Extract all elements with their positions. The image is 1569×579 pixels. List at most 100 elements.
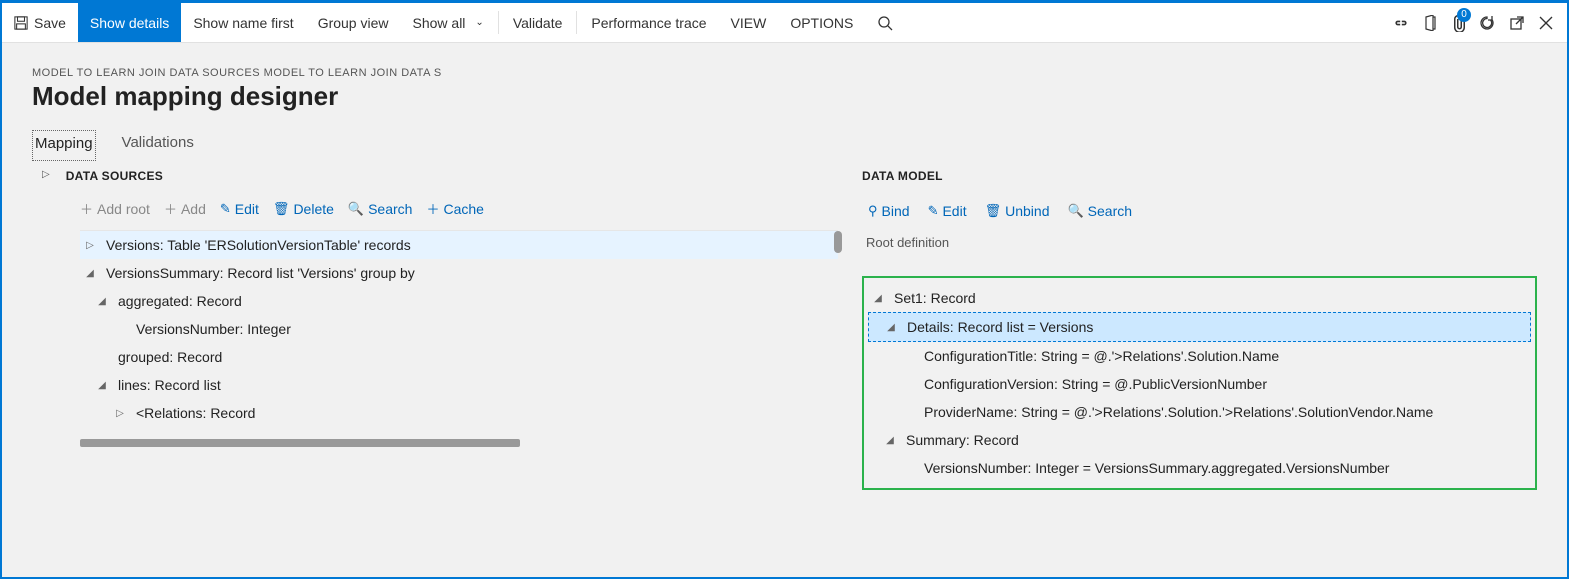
bind-button[interactable]: ⚲Bind: [868, 203, 910, 219]
edit-label: Edit: [942, 203, 966, 219]
data-source-node-versions-summary[interactable]: ◢VersionsSummary: Record list 'Versions'…: [80, 259, 838, 287]
group-view-button[interactable]: Group view: [306, 3, 401, 42]
edit-button[interactable]: ✎Edit: [928, 203, 967, 219]
data-source-node-versions-number[interactable]: VersionsNumber: Integer: [80, 315, 838, 343]
data-model-label: DATA MODEL: [862, 161, 1537, 191]
tree-node-label: ConfigurationTitle: String = @.'>Relatio…: [924, 348, 1279, 364]
tree-node-label: Summary: Record: [906, 432, 1019, 448]
tree-node-label: VersionsNumber: Integer: [136, 321, 291, 337]
show-name-first-button[interactable]: Show name first: [181, 3, 305, 42]
tree-node-label: grouped: Record: [118, 349, 222, 365]
data-source-node-relations[interactable]: ▷ <Relations: Record: [80, 399, 838, 427]
edit-label: Edit: [235, 201, 259, 217]
data-source-node-aggregated[interactable]: ◢ aggregated: Record: [80, 287, 838, 315]
tree-node-label: Details: Record list = Versions: [907, 319, 1093, 335]
performance-trace-button[interactable]: Performance trace: [579, 3, 718, 42]
data-source-node-versions[interactable]: ▷Versions: Table 'ERSolutionVersionTable…: [80, 231, 838, 259]
tree-node-label: ConfigurationVersion: String = @.PublicV…: [924, 376, 1267, 392]
toolbar-separator: [576, 11, 577, 34]
caret-down-icon[interactable]: ◢: [885, 322, 897, 333]
save-button[interactable]: Save: [2, 3, 78, 42]
link-icon[interactable]: [1393, 17, 1409, 29]
horizontal-scrollbar[interactable]: [80, 439, 520, 447]
link-icon: ⚲: [868, 203, 878, 219]
search-label: Search: [1088, 203, 1132, 219]
cache-button[interactable]: ＋Cache: [426, 199, 483, 218]
unbind-button[interactable]: 🗑Unbind: [985, 203, 1050, 219]
plus-icon: ＋: [80, 199, 93, 218]
tree-node-label: Set1: Record: [894, 290, 976, 306]
tree-node-label: <Relations: Record: [136, 405, 255, 421]
attachments-button[interactable]: 0: [1451, 14, 1465, 32]
caret-right-icon[interactable]: ▷: [114, 408, 126, 419]
data-sources-actions: ＋Add root ＋Add ✎Edit 🗑Delete 🔍Search ＋Ca…: [32, 191, 842, 230]
add-label: Add: [181, 201, 206, 217]
page-title: Model mapping designer: [32, 81, 1537, 112]
show-details-button[interactable]: Show details: [78, 3, 181, 42]
performance-trace-label: Performance trace: [591, 15, 706, 31]
add-button[interactable]: ＋Add: [164, 199, 206, 218]
expand-pane-icon[interactable]: ▷: [32, 161, 66, 191]
search-button[interactable]: 🔍Search: [1067, 203, 1132, 219]
edit-button[interactable]: ✎Edit: [220, 201, 259, 217]
data-sources-label: DATA SOURCES: [66, 161, 163, 191]
validate-button[interactable]: Validate: [501, 3, 575, 42]
cache-label: Cache: [443, 201, 483, 217]
bind-label: Bind: [882, 203, 910, 219]
data-model-node-versions-number-dm[interactable]: VersionsNumber: Integer = VersionsSummar…: [868, 454, 1531, 482]
data-sources-pane: ▷ DATA SOURCES ＋Add root ＋Add ✎Edit 🗑Del…: [32, 161, 842, 565]
search-button[interactable]: 🔍Search: [348, 201, 413, 217]
tabs: Mapping Validations: [2, 120, 1567, 161]
search-icon: [877, 15, 893, 31]
add-root-button[interactable]: ＋Add root: [80, 199, 150, 218]
data-source-node-grouped[interactable]: grouped: Record: [80, 343, 838, 371]
data-model-node-config-title[interactable]: ConfigurationTitle: String = @.'>Relatio…: [868, 342, 1531, 370]
pencil-icon: ✎: [928, 203, 939, 219]
open-new-window-button[interactable]: [1509, 15, 1525, 31]
tree-node-label: ProviderName: String = @.'>Relations'.So…: [924, 404, 1433, 420]
show-all-dropdown[interactable]: Show all ⌄: [401, 3, 496, 42]
tree-node-label: aggregated: Record: [118, 293, 242, 309]
data-sources-tree: ▷Versions: Table 'ERSolutionVersionTable…: [80, 230, 838, 427]
data-source-node-lines[interactable]: ◢ lines: Record list: [80, 371, 838, 399]
add-root-label: Add root: [97, 201, 150, 217]
tab-validations[interactable]: Validations: [120, 130, 196, 161]
caret-down-icon[interactable]: ◢: [96, 380, 108, 391]
caret-down-icon[interactable]: ◢: [872, 293, 884, 304]
data-model-node-summary[interactable]: ◢ Summary: Record: [868, 426, 1531, 454]
caret-down-icon[interactable]: ◢: [84, 268, 96, 279]
view-menu[interactable]: VIEW: [719, 3, 779, 42]
refresh-button[interactable]: [1479, 15, 1495, 31]
data-model-node-provider-name[interactable]: ProviderName: String = @.'>Relations'.So…: [868, 398, 1531, 426]
toolbar-separator: [498, 11, 499, 34]
view-label: VIEW: [731, 15, 767, 31]
group-view-label: Group view: [318, 15, 389, 31]
data-model-node-details[interactable]: ◢ Details: Record list = Versions: [868, 312, 1531, 342]
data-model-node-config-version[interactable]: ConfigurationVersion: String = @.PublicV…: [868, 370, 1531, 398]
search-button[interactable]: [865, 3, 905, 42]
search-icon: 🔍: [348, 201, 364, 217]
main-content: ▷ DATA SOURCES ＋Add root ＋Add ✎Edit 🗑Del…: [2, 161, 1567, 565]
attachments-badge: 0: [1457, 8, 1471, 22]
save-label: Save: [34, 15, 66, 31]
caret-right-icon[interactable]: ▷: [84, 240, 96, 251]
vertical-scrollbar[interactable]: [834, 231, 842, 253]
plus-icon: ＋: [426, 199, 439, 218]
tab-mapping[interactable]: Mapping: [32, 130, 96, 161]
chevron-down-icon: ⌄: [475, 17, 483, 28]
toolbar: Save Show details Show name first Group …: [2, 3, 1567, 43]
pencil-icon: ✎: [220, 201, 231, 217]
close-button[interactable]: [1539, 16, 1553, 30]
trash-icon: 🗑: [273, 201, 290, 217]
breadcrumb: MODEL TO LEARN JOIN DATA SOURCES MODEL T…: [32, 67, 1537, 79]
delete-button[interactable]: 🗑Delete: [273, 201, 334, 217]
caret-down-icon[interactable]: ◢: [884, 435, 896, 446]
data-model-node-set1[interactable]: ◢ Set1: Record: [868, 284, 1531, 312]
data-model-pane: DATA MODEL ⚲Bind ✎Edit 🗑Unbind 🔍Search R…: [862, 161, 1567, 565]
office-icon[interactable]: [1423, 15, 1437, 31]
show-name-first-label: Show name first: [193, 15, 293, 31]
data-model-actions: ⚲Bind ✎Edit 🗑Unbind 🔍Search: [862, 191, 1537, 231]
caret-down-icon[interactable]: ◢: [96, 296, 108, 307]
tree-node-label: lines: Record list: [118, 377, 221, 393]
options-menu[interactable]: OPTIONS: [778, 3, 865, 42]
